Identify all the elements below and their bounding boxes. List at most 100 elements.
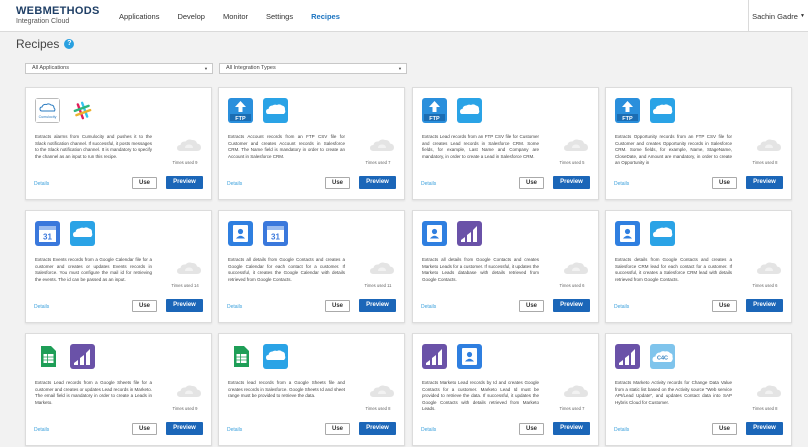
recipe-description: Extracts all details from Google Contact… [422, 257, 539, 282]
details-link[interactable]: Details [227, 427, 242, 433]
chevron-down-icon: ▼ [799, 13, 805, 19]
preview-button[interactable]: Preview [359, 299, 396, 312]
times-used-label: Times used 14 [171, 283, 199, 288]
details-link[interactable]: Details [227, 304, 242, 310]
details-link[interactable]: Details [34, 304, 49, 310]
details-link[interactable]: Details [34, 427, 49, 433]
details-link[interactable]: Details [227, 181, 242, 187]
slack-icon [70, 98, 95, 123]
cumulocity-icon: Cumulocity [35, 98, 60, 123]
nav-recipes[interactable]: Recipes [311, 12, 340, 21]
recipe-description: Extracts Account records from an FTP CSV… [228, 134, 345, 159]
details-link[interactable]: Details [614, 427, 629, 433]
use-button[interactable]: Use [325, 423, 350, 435]
google-sheets-icon [228, 344, 253, 369]
times-used-label: Times used 11 [364, 283, 392, 288]
nav-settings[interactable]: Settings [266, 12, 293, 21]
preview-button[interactable]: Preview [553, 422, 590, 435]
cloud-icon [369, 138, 395, 152]
google-contacts-icon [457, 344, 482, 369]
recipe-card: FTP Extracts Opportunity records from an … [605, 87, 792, 200]
ftp-icon: FTP [422, 98, 447, 123]
ftp-label: FTP [429, 116, 440, 122]
times-used-label: Times used 8 [752, 160, 778, 165]
webmethods-logo[interactable]: WEBMETHODS Integration Cloud [16, 6, 100, 26]
salesforce-icon [70, 221, 95, 246]
recipe-card: 31 Extracts Events records from a Google … [25, 210, 212, 323]
nav-monitor[interactable]: Monitor [223, 12, 248, 21]
ftp-icon: FTP [615, 98, 640, 123]
google-sheets-icon [35, 344, 60, 369]
ftp-icon: FTP [228, 98, 253, 123]
salesforce-icon [650, 98, 675, 123]
c4c-label: C4C [657, 356, 668, 362]
times-used-label: Times used 5 [559, 160, 585, 165]
marketo-icon [70, 344, 95, 369]
use-button[interactable]: Use [712, 300, 737, 312]
preview-button[interactable]: Preview [359, 176, 396, 189]
use-button[interactable]: Use [132, 177, 157, 189]
recipe-card: Extracts Marketo Lead records by Id and … [412, 333, 599, 446]
preview-button[interactable]: Preview [746, 176, 783, 189]
cloud-icon [176, 384, 202, 398]
salesforce-icon [650, 221, 675, 246]
details-link[interactable]: Details [614, 304, 629, 310]
times-used-label: Times used 7 [559, 406, 585, 411]
main-nav: Applications Develop Monitor Settings Re… [119, 0, 340, 32]
details-link[interactable]: Details [34, 181, 49, 187]
recipe-card: C4C Extracts Marketo Activity records for… [605, 333, 792, 446]
details-link[interactable]: Details [614, 181, 629, 187]
recipe-card: Cumulocity Extracts alarms from Cumulocit… [25, 87, 212, 200]
cumulocity-label: Cumulocity [39, 115, 57, 119]
use-button[interactable]: Use [325, 300, 350, 312]
cloud-icon [176, 138, 202, 152]
applications-filter-value: All Applications [32, 65, 69, 71]
recipe-description: Extracts Lead records from a Google Shee… [35, 380, 152, 405]
nav-develop[interactable]: Develop [177, 12, 205, 21]
salesforce-icon [457, 98, 482, 123]
recipe-card: 31 Extracts all details from Google Conta… [218, 210, 405, 323]
use-button[interactable]: Use [519, 300, 544, 312]
page-title: Recipes [16, 37, 60, 51]
preview-button[interactable]: Preview [746, 422, 783, 435]
use-button[interactable]: Use [519, 423, 544, 435]
user-menu[interactable]: Sachin Gadre ▼ [748, 0, 808, 32]
cloud-icon [756, 261, 782, 275]
cloud-icon [563, 138, 589, 152]
marketo-icon [615, 344, 640, 369]
google-calendar-icon: 31 [35, 221, 60, 246]
app-root: WEBMETHODS Integration Cloud Application… [0, 0, 808, 447]
use-button[interactable]: Use [325, 177, 350, 189]
integration-types-filter-select[interactable]: All Integration Types ▼ [219, 63, 407, 74]
ftp-label: FTP [235, 116, 246, 122]
cloud-icon [756, 384, 782, 398]
recipe-description: Extracts all details from Google Contact… [228, 257, 345, 282]
preview-button[interactable]: Preview [166, 176, 203, 189]
details-link[interactable]: Details [421, 427, 436, 433]
nav-applications[interactable]: Applications [119, 12, 159, 21]
preview-button[interactable]: Preview [553, 299, 590, 312]
help-icon[interactable]: ? [64, 39, 75, 49]
recipe-card: Extracts details from Google Contacts an… [605, 210, 792, 323]
preview-button[interactable]: Preview [553, 176, 590, 189]
preview-button[interactable]: Preview [166, 299, 203, 312]
use-button[interactable]: Use [712, 177, 737, 189]
google-contacts-icon [615, 221, 640, 246]
use-button[interactable]: Use [132, 300, 157, 312]
recipe-description: Extracts Marketo Activity records for Ch… [615, 380, 732, 405]
details-link[interactable]: Details [421, 304, 436, 310]
preview-button[interactable]: Preview [166, 422, 203, 435]
marketo-icon [422, 344, 447, 369]
preview-button[interactable]: Preview [359, 422, 396, 435]
chevron-down-icon: ▼ [204, 66, 208, 71]
cloud-icon [563, 261, 589, 275]
use-button[interactable]: Use [519, 177, 544, 189]
applications-filter-select[interactable]: All Applications ▼ [25, 63, 213, 74]
cloud-icon [563, 384, 589, 398]
use-button[interactable]: Use [712, 423, 737, 435]
preview-button[interactable]: Preview [746, 299, 783, 312]
details-link[interactable]: Details [421, 181, 436, 187]
recipe-card: Extracts lead records from a Google Shee… [218, 333, 405, 446]
recipe-card: FTP Extracts Lead records from an FTP CSV… [412, 87, 599, 200]
use-button[interactable]: Use [132, 423, 157, 435]
